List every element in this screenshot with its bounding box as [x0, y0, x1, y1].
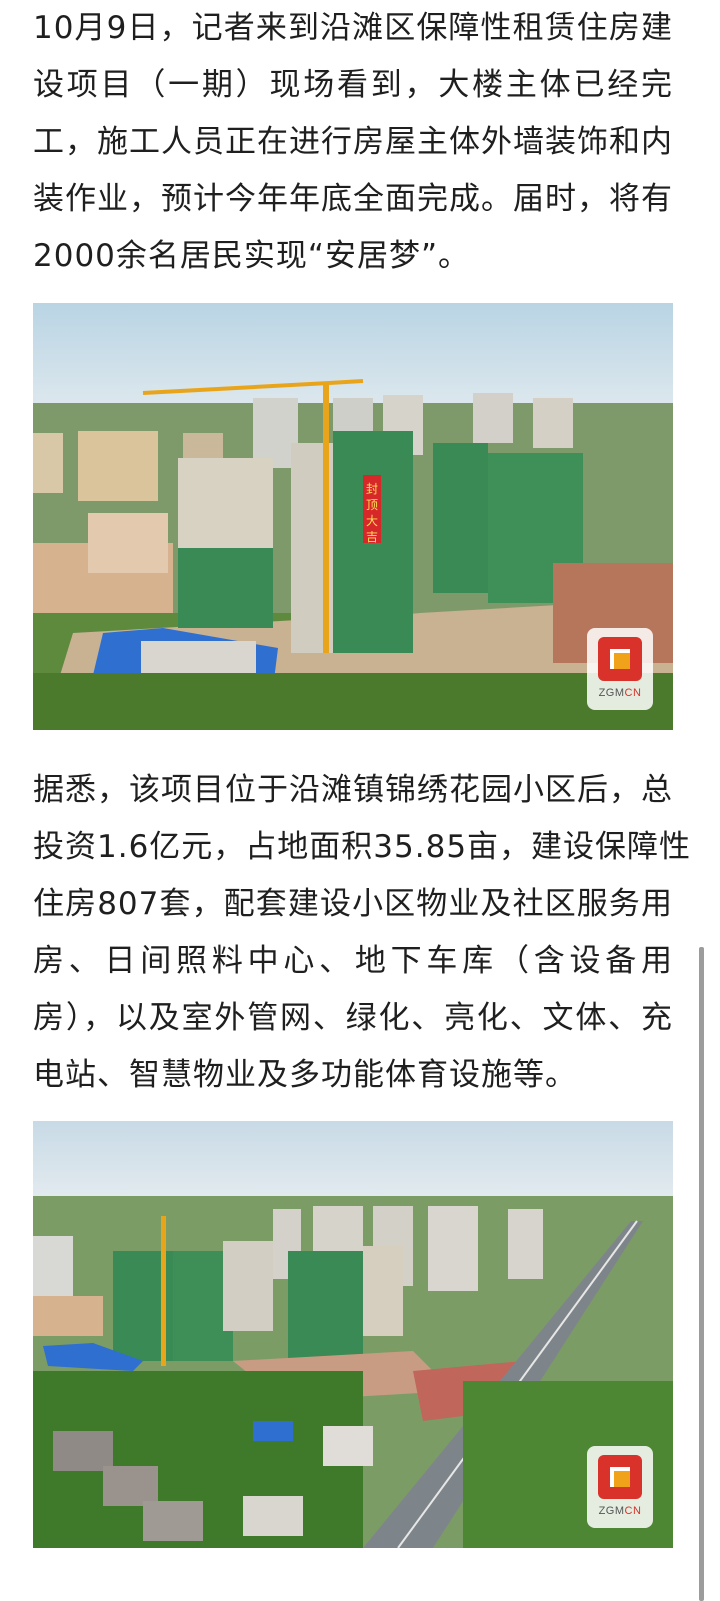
- text-line: 投资1.6亿元，占地面积35.85亩，建设保障性: [33, 829, 692, 865]
- watermark-badge: ZGMCN: [587, 628, 653, 710]
- text-line: 房、日间照料中心、地下车库（含设备用: [33, 943, 673, 979]
- construction-photo-1[interactable]: 封 顶 大 吉 ZGMCN: [33, 303, 673, 730]
- scrollbar[interactable]: [699, 947, 704, 1601]
- text-line: 工，施工人员正在进行房屋主体外墙装饰和内: [33, 124, 673, 160]
- article-paragraph-2: 据悉，该项目位于沿滩镇锦绣花园小区后，总 投资1.6亿元，占地面积35.85亩，…: [33, 762, 692, 1104]
- watermark-text: ZGMCN: [598, 687, 642, 699]
- text-line: 2000余名居民实现“安居梦”。: [33, 238, 471, 274]
- text-line: 10月9日，记者来到沿滩区保障性租赁住房建: [33, 10, 673, 46]
- text-line: 设项目（一期）现场看到，大楼主体已经完: [33, 67, 673, 103]
- zgmcn-logo-icon: [598, 637, 642, 681]
- watermark-badge: ZGMCN: [587, 1446, 653, 1528]
- banner-char: 顶: [366, 498, 378, 512]
- banner-char: 吉: [366, 530, 378, 544]
- zgmcn-logo-icon: [598, 1455, 642, 1499]
- banner-char: 大: [366, 514, 378, 528]
- text-line: 据悉，该项目位于沿滩镇锦绣花园小区后，总: [33, 772, 673, 808]
- construction-photo-2[interactable]: ZGMCN: [33, 1121, 673, 1548]
- watermark-text: ZGMCN: [598, 1505, 642, 1517]
- article-paragraph-1: 10月9日，记者来到沿滩区保障性租赁住房建 设项目（一期）现场看到，大楼主体已经…: [33, 0, 673, 285]
- text-line: 房），以及室外管网、绿化、亮化、文体、充: [33, 1000, 673, 1036]
- text-line: 电站、智慧物业及多功能体育设施等。: [33, 1057, 577, 1093]
- banner-char: 封: [366, 482, 378, 496]
- text-line: 装作业，预计今年年底全面完成。届时，将有: [33, 181, 673, 217]
- text-line: 住房807套，配套建设小区物业及社区服务用: [33, 886, 673, 922]
